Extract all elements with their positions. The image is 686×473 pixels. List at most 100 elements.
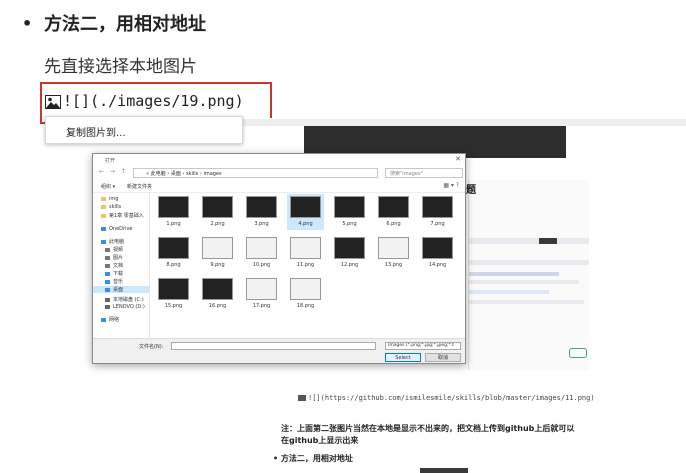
file-grid: 1.png 2.png 3.png 4.png 5.png 6.png 7.png 8.png… (155, 194, 465, 336)
thumbnail-image (246, 237, 277, 259)
select-button[interactable]: Select (385, 353, 421, 362)
thumbnail-image (334, 237, 365, 259)
file-thumbnail[interactable]: 18.png (287, 276, 324, 312)
file-name-label: 11.png (296, 262, 315, 268)
image-link-text: ![](https://github.com/ismilesmile/skill… (308, 394, 595, 402)
sidebar-item[interactable]: 本地磁盘 (C:) (105, 296, 144, 303)
view-options-icon[interactable]: ▦ ▾ ? (443, 182, 459, 189)
thumbnail-image (202, 278, 233, 300)
section-heading: 方法二，用相对地址 (44, 14, 206, 35)
file-name-label: 13.png (384, 262, 403, 268)
thumbnail-image (422, 237, 453, 259)
paragraph-text: 先直接选择本地图片 (44, 57, 197, 77)
sidebar-item[interactable]: 桌面 (93, 286, 149, 293)
filename-input[interactable] (171, 342, 376, 350)
file-thumbnail[interactable]: 14.png (419, 235, 456, 271)
sidebar-item[interactable]: skills (101, 204, 121, 210)
folder-icon (105, 247, 110, 252)
file-thumbnail[interactable]: 13.png (375, 235, 412, 271)
new-folder-button[interactable]: 新建文件夹 (127, 183, 152, 190)
sidebar-item[interactable]: 音乐 (105, 278, 123, 285)
sidebar-item[interactable]: img (101, 196, 118, 202)
file-name-label: 14.png (428, 262, 447, 268)
search-input[interactable]: 搜索"images" (385, 168, 463, 178)
file-name-label: 3.png (254, 221, 269, 227)
note-text: 注：上面第二张图片当然在本地是显示不出来的，把文档上传到github上后就可以在… (281, 424, 575, 445)
thumbnail-image (378, 237, 409, 259)
thumbnail-image (246, 278, 277, 300)
organize-button[interactable]: 组织 ▾ (101, 183, 115, 190)
folder-icon (105, 304, 110, 309)
file-name-label: 10.png (252, 262, 271, 268)
close-icon[interactable]: ✕ (455, 155, 461, 163)
file-name-label: 12.png (340, 262, 359, 268)
file-name-label: 8.png (166, 262, 181, 268)
sidebar-item-label: 图片 (113, 255, 124, 261)
sidebar-item[interactable]: 下载 (105, 270, 123, 277)
image-icon[interactable] (45, 95, 61, 109)
dark-strip (420, 468, 468, 473)
small-image-icon (298, 395, 306, 401)
sidebar-item[interactable]: 图片 (105, 254, 123, 261)
thumbnail-image (158, 278, 189, 300)
file-thumbnail[interactable]: 16.png (199, 276, 236, 312)
sidebar-item[interactable]: 文档 (105, 262, 123, 269)
dialog-title: 打开 (105, 158, 116, 164)
file-thumbnail[interactable]: 9.png (199, 235, 236, 271)
file-thumbnail[interactable]: 15.png (155, 276, 192, 312)
thumbnail-image (202, 237, 233, 259)
dialog-footer: 文件名(N): Images (*.png;*.jpg;*.jpeg;*.t S… (93, 338, 465, 363)
address-path: « 此电脑 › 桌面 › skills › images (146, 171, 222, 177)
file-thumbnail[interactable]: 2.png (199, 194, 236, 230)
file-thumbnail[interactable]: 10.png (243, 235, 280, 271)
file-thumbnail[interactable]: 1.png (155, 194, 192, 230)
sidebar-item-label: 视频 (113, 247, 124, 253)
folder-icon (101, 317, 106, 322)
sidebar-item-label: 第1章 零基础入 (109, 213, 144, 219)
file-name-label: 9.png (210, 262, 225, 268)
file-thumbnail[interactable]: 11.png (287, 235, 324, 271)
file-thumbnail[interactable]: 4.png (287, 194, 324, 230)
filetype-select[interactable]: Images (*.png;*.jpg;*.jpeg;*.t (385, 342, 461, 350)
sidebar-item[interactable]: 此电脑 (101, 238, 124, 245)
sidebar-item[interactable]: LENOVO (D:) (105, 304, 145, 310)
file-name-label: 15.png (164, 303, 183, 309)
file-open-dialog: 打开 ✕ ← → ↑ « 此电脑 › 桌面 › skills › images … (92, 153, 466, 364)
sidebar-item[interactable]: 第1章 零基础入 (101, 212, 144, 219)
file-name-label: 7.png (430, 221, 445, 227)
file-name-label: 18.png (296, 303, 315, 309)
file-thumbnail[interactable]: 3.png (243, 194, 280, 230)
file-thumbnail[interactable]: 5.png (331, 194, 368, 230)
file-name-label: 17.png (252, 303, 271, 309)
cancel-button[interactable]: 取消 (425, 353, 461, 362)
folder-icon (105, 271, 110, 276)
address-bar[interactable]: « 此电脑 › 桌面 › skills › images (133, 168, 378, 178)
thumbnail-image (158, 237, 189, 259)
image-markdown-code: ![](./images/19.png) (63, 92, 244, 110)
sidebar-item-label: 此电脑 (109, 239, 125, 245)
sidebar-item-label: 下载 (113, 271, 124, 277)
sidebar-item-label: skills (109, 204, 122, 210)
copy-image-to-menu-item[interactable]: 复制图片到... (66, 124, 126, 139)
thumbnail-image (246, 196, 277, 218)
file-thumbnail[interactable]: 7.png (419, 194, 456, 230)
file-thumbnail[interactable]: 12.png (331, 235, 368, 271)
file-thumbnail[interactable]: 8.png (155, 235, 192, 271)
partial-heading: 题 (466, 185, 476, 196)
context-menu: 复制图片到... (45, 116, 243, 144)
sidebar-item[interactable]: OneDrive (101, 226, 133, 232)
right-document-preview (468, 180, 589, 370)
sidebar-item-label: 本地磁盘 (C:) (113, 297, 144, 303)
file-name-label: 5.png (342, 221, 357, 227)
search-placeholder: 搜索"images" (390, 171, 423, 177)
thumbnail-image (158, 196, 189, 218)
sidebar-item[interactable]: 视频 (105, 246, 123, 253)
folder-icon (105, 287, 110, 292)
sidebar-item-label: 音乐 (113, 279, 124, 285)
file-thumbnail[interactable]: 6.png (375, 194, 412, 230)
thumbnail-image (378, 196, 409, 218)
file-thumbnail[interactable]: 17.png (243, 276, 280, 312)
thumbnail-image (290, 237, 321, 259)
nav-arrows-icon[interactable]: ← → ↑ (99, 168, 128, 175)
sidebar-item[interactable]: 网络 (101, 316, 119, 323)
